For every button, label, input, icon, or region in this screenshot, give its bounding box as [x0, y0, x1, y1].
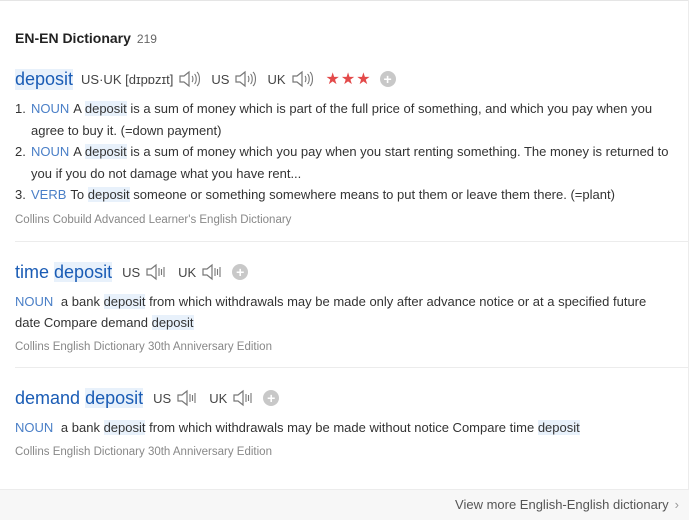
highlighted-term: deposit [84, 144, 127, 159]
sense-list: 1. NOUN A deposit is a sum of money which … [15, 98, 675, 206]
sense-text: A [73, 101, 85, 116]
result-count: 219 [136, 32, 157, 46]
pronunciation-usuk: US·UK [dɪpɒzɪt] [81, 70, 201, 88]
part-of-speech: NOUN [31, 101, 70, 116]
headword-part: demand [15, 387, 81, 408]
sense-number: 3. [15, 187, 26, 202]
pronunciation-uk: UK [178, 263, 224, 281]
definition-text: a bank [60, 420, 104, 435]
sense-item: 1. NOUN A deposit is a sum of money which … [15, 98, 675, 141]
sense-number: 2. [15, 144, 26, 159]
highlighted-term: deposit [84, 101, 127, 116]
add-to-wordbook-icon[interactable]: + [263, 390, 280, 406]
part-of-speech: NOUN [31, 144, 70, 159]
entry-divider [15, 241, 689, 242]
headword-part: time [15, 261, 50, 282]
speaker-icon[interactable] [144, 263, 168, 281]
sense-text: is a sum of money which you pay when you… [31, 144, 669, 181]
highlighted-term: deposit [537, 420, 580, 435]
headword[interactable]: demand deposit [15, 387, 144, 409]
speaker-icon[interactable] [231, 389, 255, 407]
speaker-icon[interactable] [233, 70, 257, 88]
sense-text: To [70, 187, 88, 202]
pronunciation-uk: UK [267, 70, 313, 88]
highlighted-term: deposit [151, 315, 194, 330]
phonetic-label: US·UK [dɪpɒzɪt] [81, 71, 174, 87]
dictionary-source: Collins English Dictionary 30th Annivers… [15, 446, 272, 458]
entry-time-deposit: time deposit US UK + NOUN a bank deposit… [15, 261, 689, 353]
frequency-stars: ★★★ [325, 71, 372, 88]
sense-text: A [73, 144, 85, 159]
pronunciation-uk: UK [209, 389, 255, 407]
pronunciation-us: US [122, 263, 168, 281]
part-of-speech: NOUN [15, 420, 54, 435]
dictionary-header: EN-EN Dictionary 219 [15, 30, 157, 46]
highlighted-term: deposit [87, 187, 130, 202]
speaker-icon[interactable] [290, 70, 314, 88]
view-more-link[interactable]: View more English-English dictionary › [455, 497, 679, 512]
speaker-icon[interactable] [200, 263, 224, 281]
highlighted-term: deposit [103, 420, 146, 435]
view-more-label: View more English-English dictionary [455, 497, 669, 512]
sense-number: 1. [15, 101, 26, 116]
dictionary-title: EN-EN Dictionary [15, 30, 131, 46]
headword-highlight: deposit [85, 387, 144, 408]
part-of-speech: VERB [31, 187, 67, 202]
headword[interactable]: time deposit [15, 261, 113, 283]
speaker-icon[interactable] [177, 70, 201, 88]
speaker-icon[interactable] [175, 389, 199, 407]
uk-label: UK [209, 390, 228, 406]
pronunciation-us: US [211, 70, 257, 88]
uk-label: UK [178, 264, 197, 280]
add-to-wordbook-icon[interactable]: + [232, 264, 249, 280]
headword-row: demand deposit US UK + [15, 387, 689, 409]
entry-deposit: deposit US·UK [dɪpɒzɪt] US UK ★★★ + 1. NO… [15, 68, 689, 226]
headword-row: deposit US·UK [dɪpɒzɪt] US UK ★★★ + [15, 68, 689, 90]
headword-highlight: deposit [54, 261, 113, 282]
headword[interactable]: deposit [15, 68, 74, 90]
sense-item: 3. VERB To deposit someone or something so… [15, 184, 675, 206]
definition: NOUN a bank deposit from which withdrawa… [15, 291, 675, 333]
dictionary-source: Collins Cobuild Advanced Learner's Engli… [15, 213, 292, 226]
definition-text: from which withdrawals may be made witho… [145, 420, 538, 435]
entry-demand-deposit: demand deposit US UK + NOUN a bank depos… [15, 387, 689, 458]
dictionary-source: Collins English Dictionary 30th Annivers… [15, 341, 272, 353]
definition: NOUN a bank deposit from which withdrawa… [15, 417, 675, 438]
us-label: US [122, 264, 141, 280]
sense-item: 2. NOUN A deposit is a sum of money which … [15, 141, 675, 184]
top-divider [0, 0, 689, 1]
uk-label: UK [267, 71, 286, 87]
us-label: US [211, 71, 230, 87]
definition-text: a bank [60, 294, 104, 309]
sense-text: someone or something somewhere means to … [129, 187, 615, 202]
pronunciation-us: US [153, 389, 199, 407]
part-of-speech: NOUN [15, 294, 54, 309]
footer-bar: View more English-English dictionary › [0, 489, 689, 520]
highlighted-term: deposit [103, 294, 146, 309]
us-label: US [153, 390, 172, 406]
add-to-wordbook-icon[interactable]: + [379, 71, 396, 87]
headword-row: time deposit US UK + [15, 261, 689, 283]
chevron-right-icon: › [674, 497, 679, 512]
entry-divider [15, 367, 689, 368]
